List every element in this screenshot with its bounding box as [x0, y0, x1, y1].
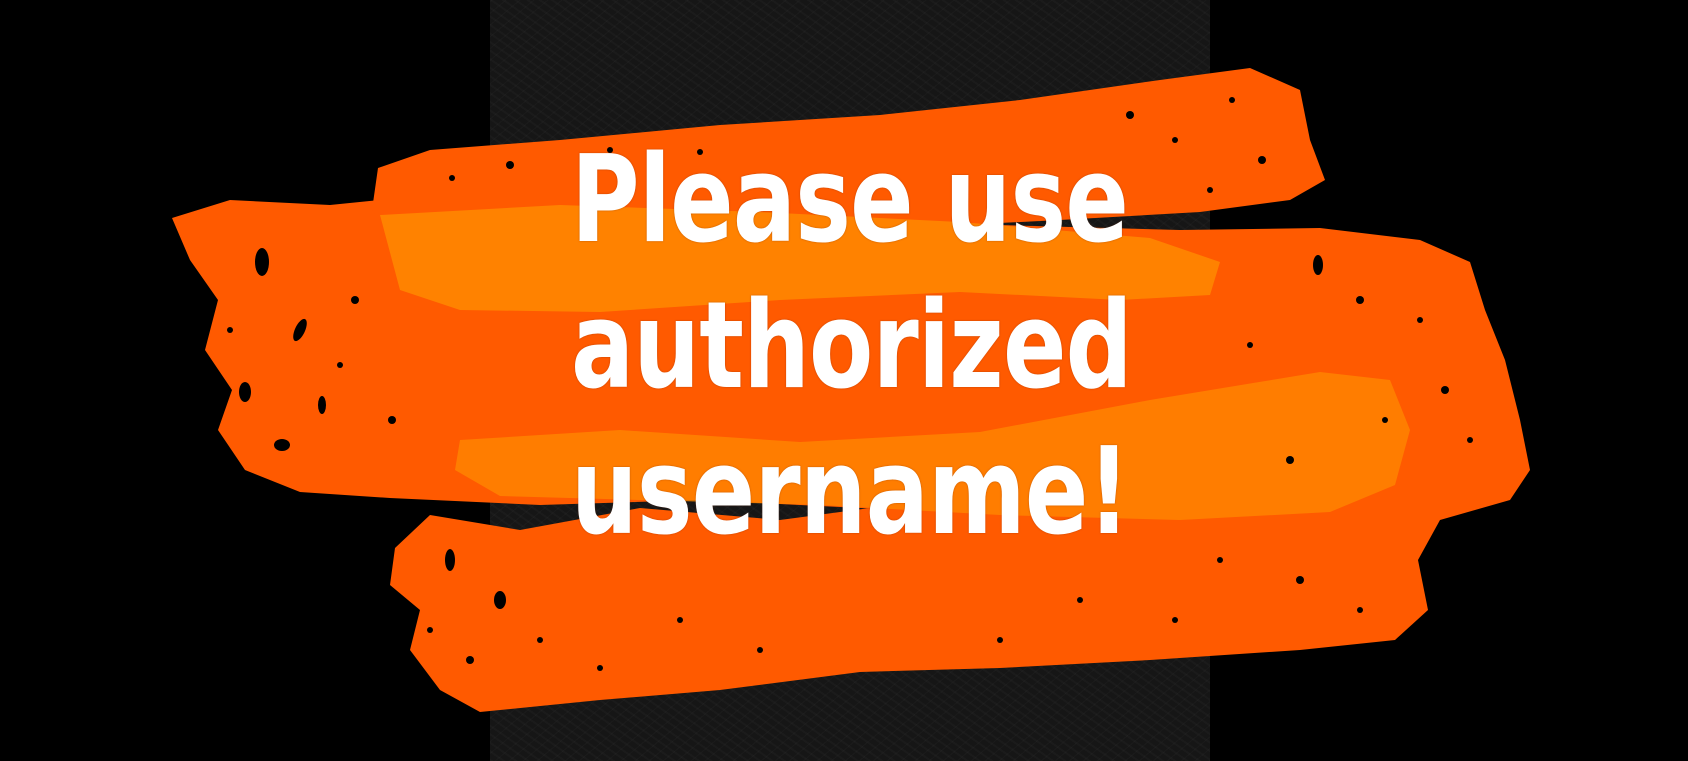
warning-banner: Please use authorized username! [0, 0, 1688, 761]
warning-message-line-3: username! [571, 423, 1130, 562]
warning-message: Please use authorized username! [571, 128, 1133, 566]
warning-message-line-2: authorized [571, 277, 1133, 416]
warning-message-line-1: Please use [571, 131, 1129, 270]
